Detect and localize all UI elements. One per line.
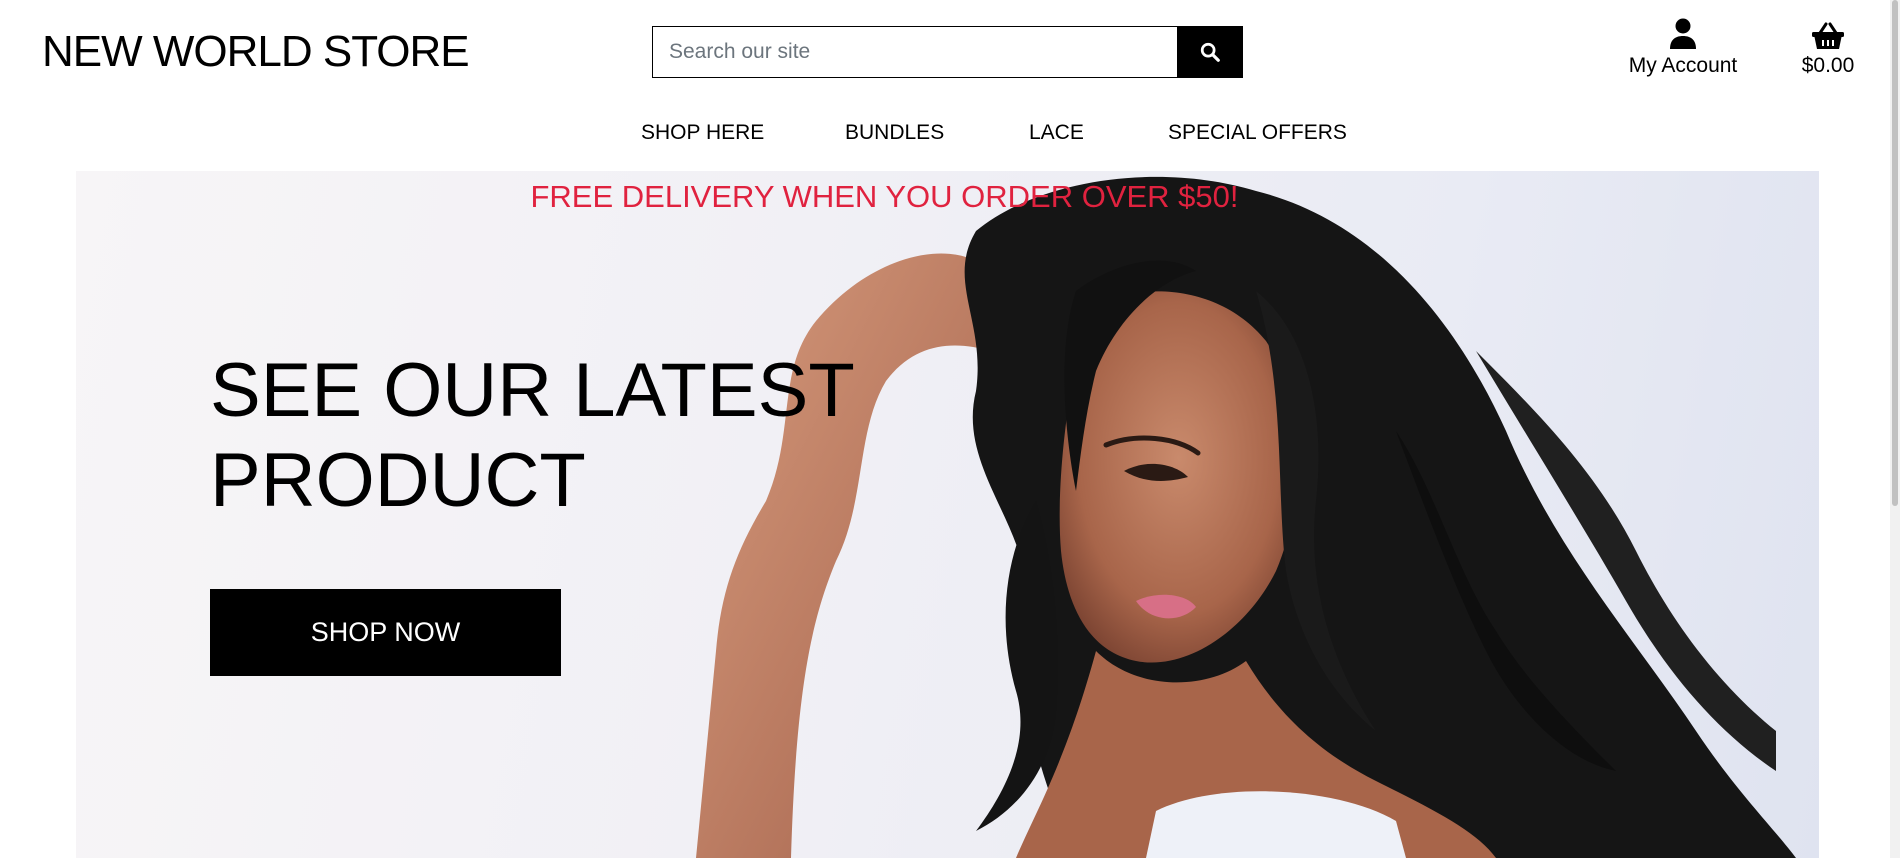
hero-title-line2: PRODUCT	[210, 438, 586, 523]
user-icon	[1670, 18, 1696, 49]
search-icon	[1200, 42, 1220, 62]
hero-title: SEE OUR LATEST PRODUCT	[210, 346, 855, 526]
nav-item-shop-here[interactable]: SHOP HERE	[641, 118, 764, 148]
hero-banner: FREE DELIVERY WHEN YOU ORDER OVER $50! S…	[76, 171, 1819, 858]
user-icon-wrap	[1620, 18, 1746, 50]
page: NEW WORLD STORE My Account	[0, 0, 1900, 858]
search-button[interactable]	[1177, 26, 1243, 78]
promo-text: FREE DELIVERY WHEN YOU ORDER OVER $50!	[530, 179, 1239, 214]
main-nav: SHOP HERE BUNDLES LACE SPECIAL OFFERS	[0, 118, 1900, 154]
page-scrollbar[interactable]	[1890, 0, 1900, 858]
basket-total: $0.00	[1801, 54, 1855, 77]
basket-icon-wrap	[1792, 18, 1864, 50]
nav-item-lace[interactable]: LACE	[1029, 118, 1084, 148]
scrollbar-thumb[interactable]	[1892, 0, 1898, 506]
nav-item-bundles[interactable]: BUNDLES	[845, 118, 944, 148]
my-account-link[interactable]: My Account	[1620, 18, 1746, 80]
search-form	[652, 26, 1243, 78]
promo-banner: FREE DELIVERY WHEN YOU ORDER OVER $50!	[76, 177, 1819, 217]
shop-now-button[interactable]: SHOP NOW	[210, 589, 561, 676]
basket-link[interactable]: $0.00	[1792, 18, 1864, 80]
search-input[interactable]	[652, 26, 1177, 78]
hero-title-line1: SEE OUR LATEST	[210, 348, 855, 433]
my-account-label: My Account	[1628, 54, 1738, 77]
nav-item-special-offers[interactable]: SPECIAL OFFERS	[1168, 118, 1347, 148]
shopping-basket-icon	[1812, 22, 1844, 49]
brand-logo[interactable]: NEW WORLD STORE	[42, 26, 470, 78]
